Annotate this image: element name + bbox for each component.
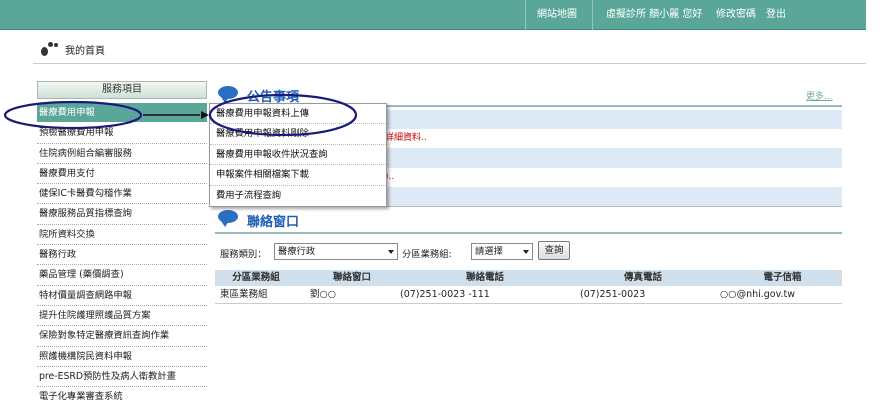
column-header: 聯絡窗口 [332, 272, 371, 283]
column-header: 電子信箱 [763, 272, 802, 283]
submenu-item-status-query[interactable]: 醫療費用申報收件狀況查詢 [210, 145, 386, 166]
sidebar-item-nursing-quality[interactable]: 提升住院護理照護品質方案 [37, 306, 207, 327]
divider [215, 232, 842, 234]
submenu-item-delete[interactable]: 醫療費用申報資料剛除 [210, 124, 386, 145]
table-row: 東區業務組 劉○○ (07)251-0023 -111 (07)251-0023… [215, 286, 842, 304]
submenu-item-file-download[interactable]: 申報案件相關檔案下載 [210, 165, 386, 186]
submenu-item-upload[interactable]: 醫療費用申報資料上傳 [210, 104, 386, 125]
home-link[interactable]: 我的首頁 [65, 42, 105, 57]
user-greeting: 虛擬診所 顏小麗 您好 [606, 9, 703, 20]
sidebar-item-special-material[interactable]: 特材價量調查網路申報 [37, 286, 207, 306]
division-select[interactable]: 請選擇 [471, 243, 533, 260]
more-link[interactable]: 更多... [806, 89, 833, 102]
sitemap-link[interactable]: 網站地圖 [537, 0, 577, 30]
sidebar-item-payment[interactable]: 醫療費用支付 [37, 164, 207, 185]
sidebar-menu: 醫療費用申報 預檢醫療費用申報 住院病例組合編審服務 醫療費用支付 健保IC卡醫… [37, 103, 207, 405]
division-label: 分區業務組: [402, 249, 452, 260]
sidebar-item-ic-card[interactable]: 健保IC卡醫費勾稽作業 [37, 184, 207, 205]
chevron-down-icon [523, 250, 529, 254]
change-password-link[interactable]: 修改密碼 [716, 0, 756, 30]
sidebar-item-pre-esrd[interactable]: pre-ESRD預防性及病人衛教計畫 [37, 367, 207, 388]
search-button[interactable]: 查詢 [538, 241, 570, 260]
claim-submenu: 醫療費用申報資料上傳 醫療費用申報資料剛除 醫療費用申報收件狀況查詢 申報案件相… [209, 103, 387, 207]
sidebar-item-e-review[interactable]: 電子化專業審查系統 [37, 387, 207, 405]
column-header: 分區業務組 [232, 272, 280, 283]
speech-bubble-icon [218, 210, 238, 227]
category-label: 服務類別： [220, 249, 267, 260]
column-header: 傳真電話 [623, 272, 662, 283]
sidebar-item-precheck-claim[interactable]: 預檢醫療費用申報 [37, 123, 207, 144]
people-icon [41, 42, 61, 56]
sidebar-header: 服務項目 [37, 81, 207, 99]
table-cell: ○○@nhi.gov.tw [720, 289, 796, 300]
sidebar-item-medical-info-query[interactable]: 保險對象特定醫療資訊查詢作業 [37, 326, 207, 347]
sidebar-item-data-exchange[interactable]: 院所資料交換 [37, 225, 207, 246]
contact-title: 聯絡窗口 [247, 215, 300, 230]
divider [525, 0, 526, 30]
logout-link[interactable]: 登出 [766, 0, 786, 30]
sidebar-item-drug-management[interactable]: 藥品管理 (藥價調查) [37, 265, 207, 286]
column-header: 聯絡電話 [465, 272, 504, 283]
table-cell: 東區業務組 [220, 289, 268, 300]
table-cell: 劉○○ [310, 289, 337, 300]
table-cell: (07)251-0023 [580, 289, 646, 300]
division-select-value: 請選擇 [475, 246, 503, 257]
category-select[interactable]: 醫療行政 [274, 243, 398, 260]
divider [592, 0, 593, 30]
sidebar-item-administration[interactable]: 醫務行政 [37, 245, 207, 266]
sidebar-item-medical-claim[interactable]: 醫療費用申報 [37, 103, 207, 124]
table-header: 分區業務組 聯絡窗口 聯絡電話 傳真電話 電子信箱 [215, 270, 842, 286]
contact-table: 分區業務組 聯絡窗口 聯絡電話 傳真電話 電子信箱 東區業務組 劉○○ (07)… [215, 270, 842, 304]
sidebar-item-quality-index[interactable]: 醫療服務品質指標查詢 [37, 204, 207, 225]
category-select-value: 醫療行政 [278, 246, 316, 257]
breadcrumb: 我的首頁 [33, 34, 866, 64]
top-nav-bar: 網站地圖 虛擬診所 顏小麗 您好 修改密碼 登出 [0, 0, 866, 30]
speech-bubble-icon [218, 86, 238, 103]
sidebar-item-care-facility[interactable]: 照護機構院民資料申報 [37, 347, 207, 367]
sidebar-item-drg-review[interactable]: 住院病例組合編審服務 [37, 144, 207, 164]
submenu-item-subprocess-query[interactable]: 費用子流程查詢 [210, 186, 386, 206]
table-cell: (07)251-0023 -111 [400, 289, 490, 300]
chevron-down-icon [388, 250, 394, 254]
